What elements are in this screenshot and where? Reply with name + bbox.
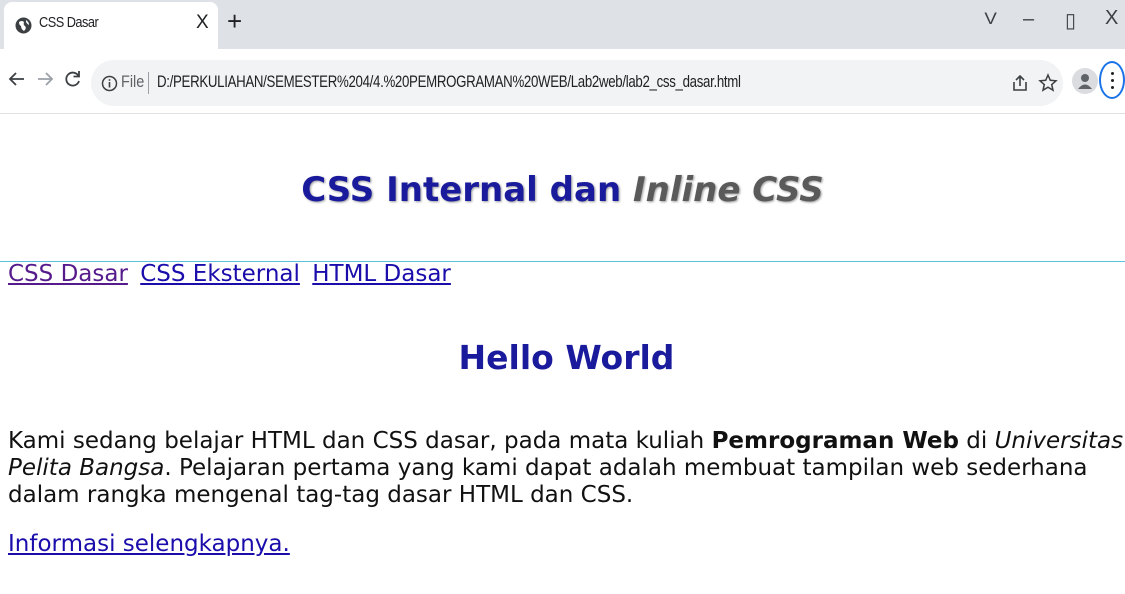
page-title-main: CSS Internal dan — [301, 170, 633, 210]
page-title: CSS Internal dan Inline CSS — [0, 170, 1125, 210]
address-bar[interactable]: File D:/PERKULIAHAN/SEMESTER%204/4.%20PE… — [91, 60, 1063, 106]
minimize-button[interactable]: – — [1023, 8, 1034, 31]
url-text[interactable]: D:/PERKULIAHAN/SEMESTER%204/4.%20PEMROGR… — [157, 72, 741, 92]
nav-link-html-dasar[interactable]: HTML Dasar — [312, 261, 451, 287]
nav-link-css-eksternal[interactable]: CSS Eksternal — [140, 261, 300, 287]
active-tab[interactable]: CSS Dasar X — [4, 2, 218, 49]
tab-search-button[interactable]: V — [984, 9, 996, 29]
reload-icon[interactable] — [63, 69, 83, 89]
nav-links: CSS Dasar CSS Eksternal HTML Dasar — [8, 261, 456, 287]
tab-strip: CSS Dasar X + V – ▯ X — [0, 0, 1125, 49]
menu-dot — [1110, 72, 1114, 75]
browser-toolbar: File D:/PERKULIAHAN/SEMESTER%204/4.%20PE… — [0, 49, 1125, 114]
paragraph-bold: Pemrograman Web — [711, 428, 959, 454]
profile-icon[interactable] — [1072, 68, 1098, 94]
url-scheme-label: File — [121, 72, 145, 91]
restore-button[interactable]: ▯ — [1065, 8, 1076, 33]
menu-dot — [1110, 79, 1114, 82]
paragraph-text: . Pelajaran pertama yang kami dapat adal… — [8, 455, 1088, 508]
new-tab-button[interactable]: + — [227, 6, 242, 37]
tab-close-button[interactable]: X — [196, 12, 209, 34]
page-content: CSS Internal dan Inline CSS CSS Dasar CS… — [0, 114, 1125, 594]
star-icon[interactable] — [1038, 73, 1058, 93]
hello-heading: Hello World — [458, 338, 675, 377]
kebab-menu-icon[interactable] — [1099, 61, 1125, 99]
more-info-link[interactable]: Informasi selengkapnya. — [8, 531, 290, 557]
back-arrow-icon[interactable] — [7, 69, 27, 89]
intro-paragraph: Kami sedang belajar HTML dan CSS dasar, … — [8, 428, 1125, 509]
paragraph-text: Kami sedang belajar HTML dan CSS dasar, … — [8, 428, 712, 454]
page-title-italic: Inline CSS — [632, 170, 824, 210]
forward-arrow-icon[interactable] — [35, 69, 55, 89]
menu-dot — [1110, 86, 1114, 89]
paragraph-text: di — [958, 428, 995, 454]
omnibox-separator — [148, 72, 149, 94]
window-close-button[interactable]: X — [1105, 7, 1118, 30]
globe-icon — [15, 17, 32, 34]
tab-title: CSS Dasar — [39, 14, 99, 31]
info-icon[interactable] — [101, 75, 118, 92]
nav-link-css-dasar[interactable]: CSS Dasar — [8, 261, 128, 287]
share-icon[interactable] — [1010, 73, 1030, 93]
avatar — [1078, 74, 1092, 89]
